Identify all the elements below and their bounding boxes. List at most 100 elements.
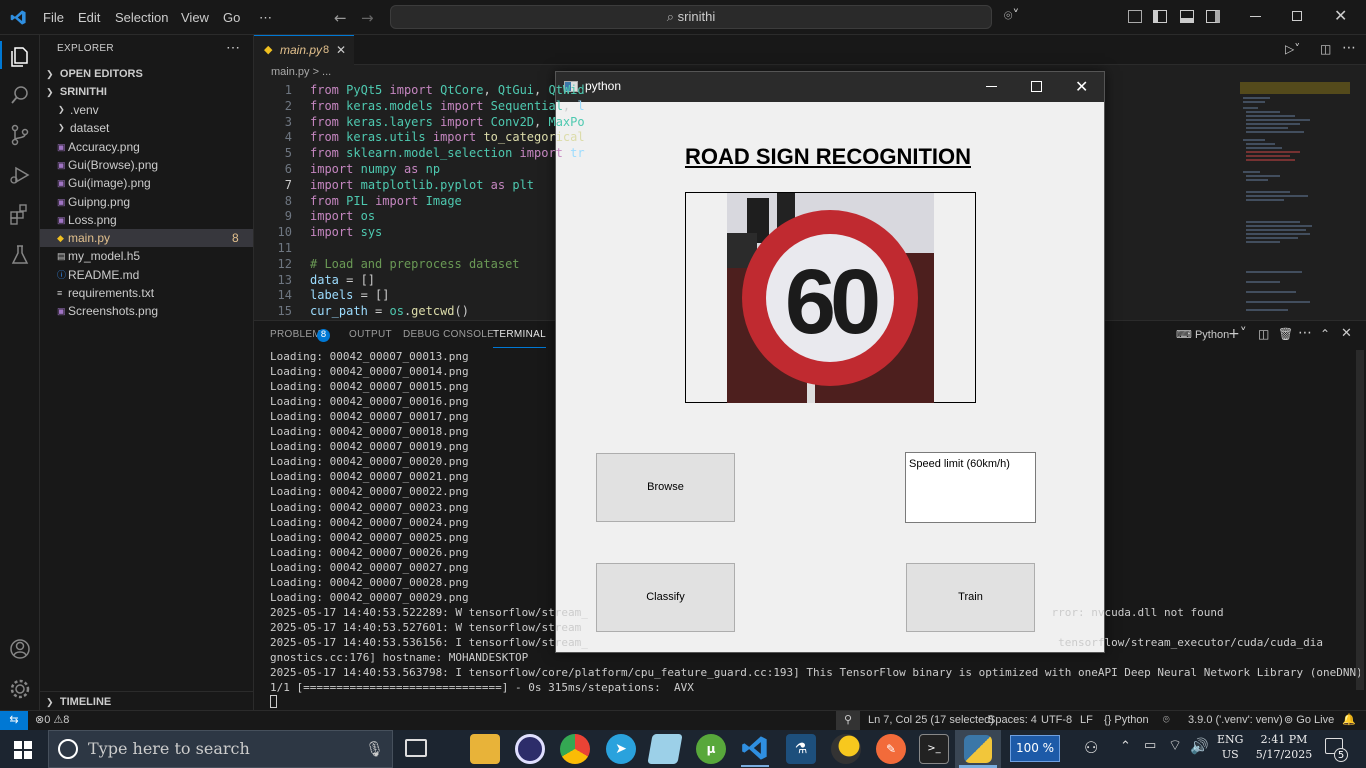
root-folder[interactable]: ❯ SRINITHI — [40, 82, 253, 100]
maximize-panel-icon[interactable]: ⌃ — [1320, 327, 1330, 341]
code-line[interactable]: 2 from keras.models import Sequential, l — [254, 98, 1154, 114]
customize-layout-icon[interactable] — [1128, 10, 1142, 23]
trash-icon[interactable]: 🗑 — [1278, 327, 1293, 341]
breadcrumb[interactable]: main.py > ... — [271, 66, 331, 78]
vscode-taskbar-icon[interactable] — [741, 734, 769, 762]
run-debug-icon[interactable] — [6, 161, 34, 189]
telegram-icon[interactable]: ➤ — [606, 734, 636, 764]
forward-arrow-icon[interactable]: → — [361, 9, 374, 27]
show-hidden-icons[interactable]: ⌃ — [1120, 739, 1131, 754]
postman-icon[interactable]: ✎ — [876, 734, 906, 764]
menu-edit[interactable]: Edit — [78, 0, 100, 35]
problems-status[interactable]: ⊗0 ⚠8 — [35, 711, 69, 730]
menu-more[interactable]: ⋯ — [259, 0, 272, 35]
clock[interactable]: 2:41 PM 5/17/2025 — [1252, 732, 1316, 762]
code-line[interactable]: 13 data = [] — [254, 272, 1154, 288]
source-control-icon[interactable] — [6, 121, 34, 149]
taskbar-search-box[interactable]: Type here to search 🎙 — [48, 730, 393, 768]
go-live[interactable]: ⊚ Go Live — [1284, 711, 1334, 730]
menu-selection[interactable]: Selection — [115, 0, 168, 35]
open-editors-section[interactable]: ❯ OPEN EDITORS — [40, 64, 253, 82]
code-line[interactable]: 12 # Load and preprocess dataset — [254, 256, 1154, 272]
account-icon[interactable] — [6, 635, 34, 663]
notifications-bell-icon[interactable]: 🔔 — [1342, 711, 1356, 730]
file-item-my-model-h5[interactable]: ▤ my_model.h5 — [40, 247, 253, 265]
extensions-icon[interactable] — [6, 201, 34, 229]
file-item-readme-md[interactable]: ⓘ README.md — [40, 266, 253, 284]
chrome-icon[interactable] — [560, 734, 590, 764]
file-item-loss-png[interactable]: ▣ Loss.png — [40, 211, 253, 229]
command-center-search[interactable]: ⌕ srinithi — [390, 5, 992, 29]
file-item-gui-image-png[interactable]: ▣ Gui(image).png — [40, 174, 253, 192]
toggle-secondary-sidebar-icon[interactable] — [1206, 10, 1220, 23]
people-icon[interactable]: ⚇ — [1084, 738, 1098, 757]
settings-gear-icon[interactable] — [6, 675, 34, 703]
python-taskbar-active[interactable] — [955, 730, 1001, 768]
terminal-shell-selector[interactable]: ⌨ Python — [1176, 328, 1229, 341]
close-icon[interactable]: ✕ — [1334, 6, 1347, 25]
input-language[interactable]: ENG US — [1217, 732, 1243, 762]
cursor-position[interactable]: Ln 7, Col 25 (17 selected) — [868, 711, 994, 730]
tab-debug-console[interactable]: DEBUG CONSOLE — [403, 322, 494, 348]
wifi-icon[interactable]: ⌔ — [1168, 736, 1182, 755]
battery-indicator[interactable]: 100 % — [1010, 735, 1060, 762]
back-arrow-icon[interactable]: ← — [334, 9, 347, 27]
close-panel-icon[interactable]: ✕ — [1341, 326, 1352, 341]
code-line[interactable]: 14 labels = [] — [254, 287, 1154, 303]
code-line[interactable]: 3 from keras.layers import Conv2D, MaxPo — [254, 114, 1154, 130]
file-item-guipng-png[interactable]: ▣ Guipng.png — [40, 193, 253, 211]
editor-more-icon[interactable]: ⋯ — [1342, 40, 1356, 56]
copilot-icon[interactable]: ⌾˅ — [1004, 8, 1019, 24]
timeline-section[interactable]: ❯ TIMELINE — [40, 691, 253, 709]
battery-tray-icon[interactable]: ▭ — [1144, 738, 1156, 753]
language-mode[interactable]: {} Python — [1104, 711, 1149, 730]
code-line[interactable]: 7 import matplotlib.pyplot as plt — [254, 177, 1154, 193]
copilot-status-icon[interactable]: ⌾ — [1163, 711, 1170, 730]
new-terminal-icon[interactable]: +˅ — [1228, 326, 1247, 342]
split-terminal-icon[interactable]: ◫ — [1258, 327, 1269, 341]
tab-close-icon[interactable]: ✕ — [336, 36, 346, 65]
file-item-main-py[interactable]: ◆ main.py 8 — [40, 229, 253, 248]
file-explorer-icon[interactable] — [470, 734, 500, 764]
windows-start-icon[interactable] — [14, 741, 32, 759]
restore-icon[interactable] — [1292, 11, 1302, 21]
menu-view[interactable]: View — [181, 0, 209, 35]
command-prompt-icon[interactable]: >_ — [919, 734, 949, 764]
panel-more-icon[interactable]: ⋯ — [1298, 325, 1312, 341]
minimap[interactable] — [1240, 82, 1350, 317]
file-item-requirements-txt[interactable]: ≡ requirements.txt — [40, 284, 253, 302]
toggle-panel-icon[interactable] — [1180, 10, 1194, 23]
line-ending[interactable]: LF — [1080, 711, 1093, 730]
tab-terminal[interactable]: TERMINAL — [493, 322, 546, 348]
explorer-icon[interactable] — [6, 42, 34, 70]
code-line[interactable]: 1 from PyQt5 import QtCore, QtGui, QtWid — [254, 82, 1154, 98]
code-line[interactable]: 10 import sys — [254, 224, 1154, 240]
code-line[interactable]: 9 import os — [254, 208, 1154, 224]
file-item-accuracy-png[interactable]: ▣ Accuracy.png — [40, 138, 253, 156]
minimize-icon[interactable] — [1250, 16, 1261, 17]
encoding[interactable]: UTF-8 — [1041, 711, 1072, 730]
code-line[interactable]: 8 from PIL import Image — [254, 193, 1154, 209]
file-item-gui-browse-png[interactable]: ▣ Gui(Browse).png — [40, 156, 253, 174]
volume-icon[interactable]: 🔊 — [1190, 737, 1209, 755]
file-item-screenshots-png[interactable]: ▣ Screenshots.png — [40, 302, 253, 320]
zoom-search-icon[interactable]: ⚲ — [836, 711, 860, 730]
mysql-workbench-icon[interactable]: ⚗ — [786, 734, 816, 764]
python-interpreter[interactable]: 3.9.0 ('.venv': venv) — [1188, 711, 1283, 730]
tab-main-py[interactable]: ◆ main.py 8 ✕ — [254, 35, 354, 65]
code-line[interactable]: 5 from sklearn.model_selection import tr — [254, 145, 1154, 161]
menu-file[interactable]: File — [43, 0, 64, 35]
microphone-icon[interactable]: 🎙 — [365, 740, 384, 758]
remote-indicator-icon[interactable]: ⇆ — [0, 711, 28, 730]
split-editor-icon[interactable]: ◫ — [1320, 42, 1331, 56]
file-item-dataset[interactable]: ❯ dataset — [40, 119, 253, 137]
task-view-icon[interactable] — [405, 739, 427, 757]
code-line[interactable]: 6 import numpy as np — [254, 161, 1154, 177]
run-python-icon[interactable]: ▷˅ — [1285, 42, 1300, 56]
sleep-app-icon[interactable] — [831, 734, 861, 764]
code-line[interactable]: 4 from keras.utils import to_categorical — [254, 129, 1154, 145]
utorrent-icon[interactable]: µ — [696, 734, 726, 764]
notes-app-icon[interactable] — [647, 734, 683, 764]
search-icon[interactable] — [6, 81, 34, 109]
file-item--venv[interactable]: ❯ .venv — [40, 101, 253, 119]
